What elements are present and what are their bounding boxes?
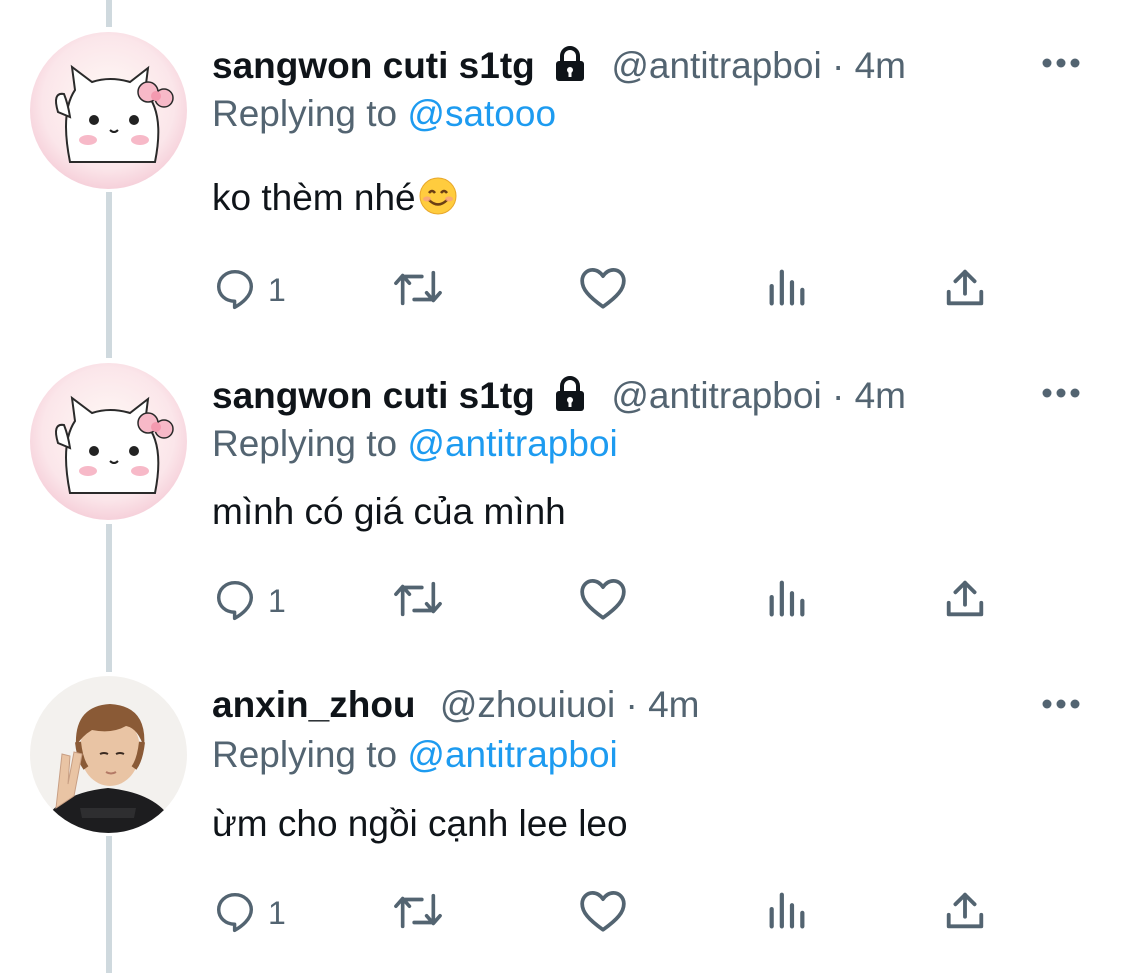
tweet[interactable]: anxin_zhou @zhouiuoi · 4m Replying to @a…	[0, 0, 1125, 932]
thread-line	[106, 524, 112, 672]
share-icon	[942, 888, 988, 939]
share-icon	[942, 576, 988, 627]
share-button[interactable]	[942, 889, 988, 937]
replying-prefix: Replying to	[212, 734, 398, 775]
display-name[interactable]: anxin_zhou	[212, 684, 416, 725]
like-icon	[578, 888, 628, 939]
like-button[interactable]	[578, 889, 628, 937]
reply-count: 1	[268, 582, 286, 619]
reply-icon	[212, 576, 258, 627]
handle[interactable]: @zhouiuoi	[440, 684, 615, 725]
more-icon[interactable]	[1041, 697, 1081, 711]
display-name[interactable]: sangwon cuti s1tg	[212, 375, 535, 416]
action-bar: 1	[212, 889, 1012, 937]
timestamp[interactable]: 4m	[855, 375, 906, 416]
tweet-text-content: ừm cho ngồi cạnh lee leo	[212, 803, 628, 844]
like-button[interactable]	[578, 577, 628, 625]
tweet-text: mình có giá của mình	[212, 490, 566, 534]
avatar[interactable]	[30, 676, 187, 833]
replying-prefix: Replying to	[212, 423, 398, 464]
reply-icon	[212, 888, 258, 939]
reply-button[interactable]: 1	[212, 577, 286, 625]
more-icon[interactable]	[1041, 386, 1081, 400]
timestamp[interactable]: 4m	[648, 684, 699, 725]
retweet-icon	[388, 576, 448, 627]
action-bar: 1	[212, 577, 1012, 625]
analytics-icon	[764, 888, 810, 939]
lock-icon	[553, 376, 587, 422]
tweet-text: ừm cho ngồi cạnh lee leo	[212, 802, 628, 846]
analytics-icon	[764, 576, 810, 627]
retweet-icon	[388, 888, 448, 939]
replying-to: Replying to @antitrapboi	[212, 422, 618, 466]
replying-to: Replying to @antitrapboi	[212, 733, 618, 777]
analytics-button[interactable]	[764, 577, 810, 625]
reply-button[interactable]: 1	[212, 889, 286, 937]
tweet-text-content: mình có giá của mình	[212, 491, 566, 532]
separator: ·	[625, 684, 638, 725]
mention-link[interactable]: @antitrapboi	[407, 423, 617, 464]
share-button[interactable]	[942, 577, 988, 625]
handle[interactable]: @antitrapboi	[611, 375, 821, 416]
analytics-button[interactable]	[764, 889, 810, 937]
retweet-button[interactable]	[388, 889, 448, 937]
like-icon	[578, 576, 628, 627]
reply-count: 1	[268, 894, 286, 931]
thread-line	[106, 836, 112, 973]
avatar[interactable]	[30, 363, 187, 520]
separator: ·	[831, 375, 845, 416]
retweet-button[interactable]	[388, 577, 448, 625]
mention-link[interactable]: @antitrapboi	[407, 734, 617, 775]
